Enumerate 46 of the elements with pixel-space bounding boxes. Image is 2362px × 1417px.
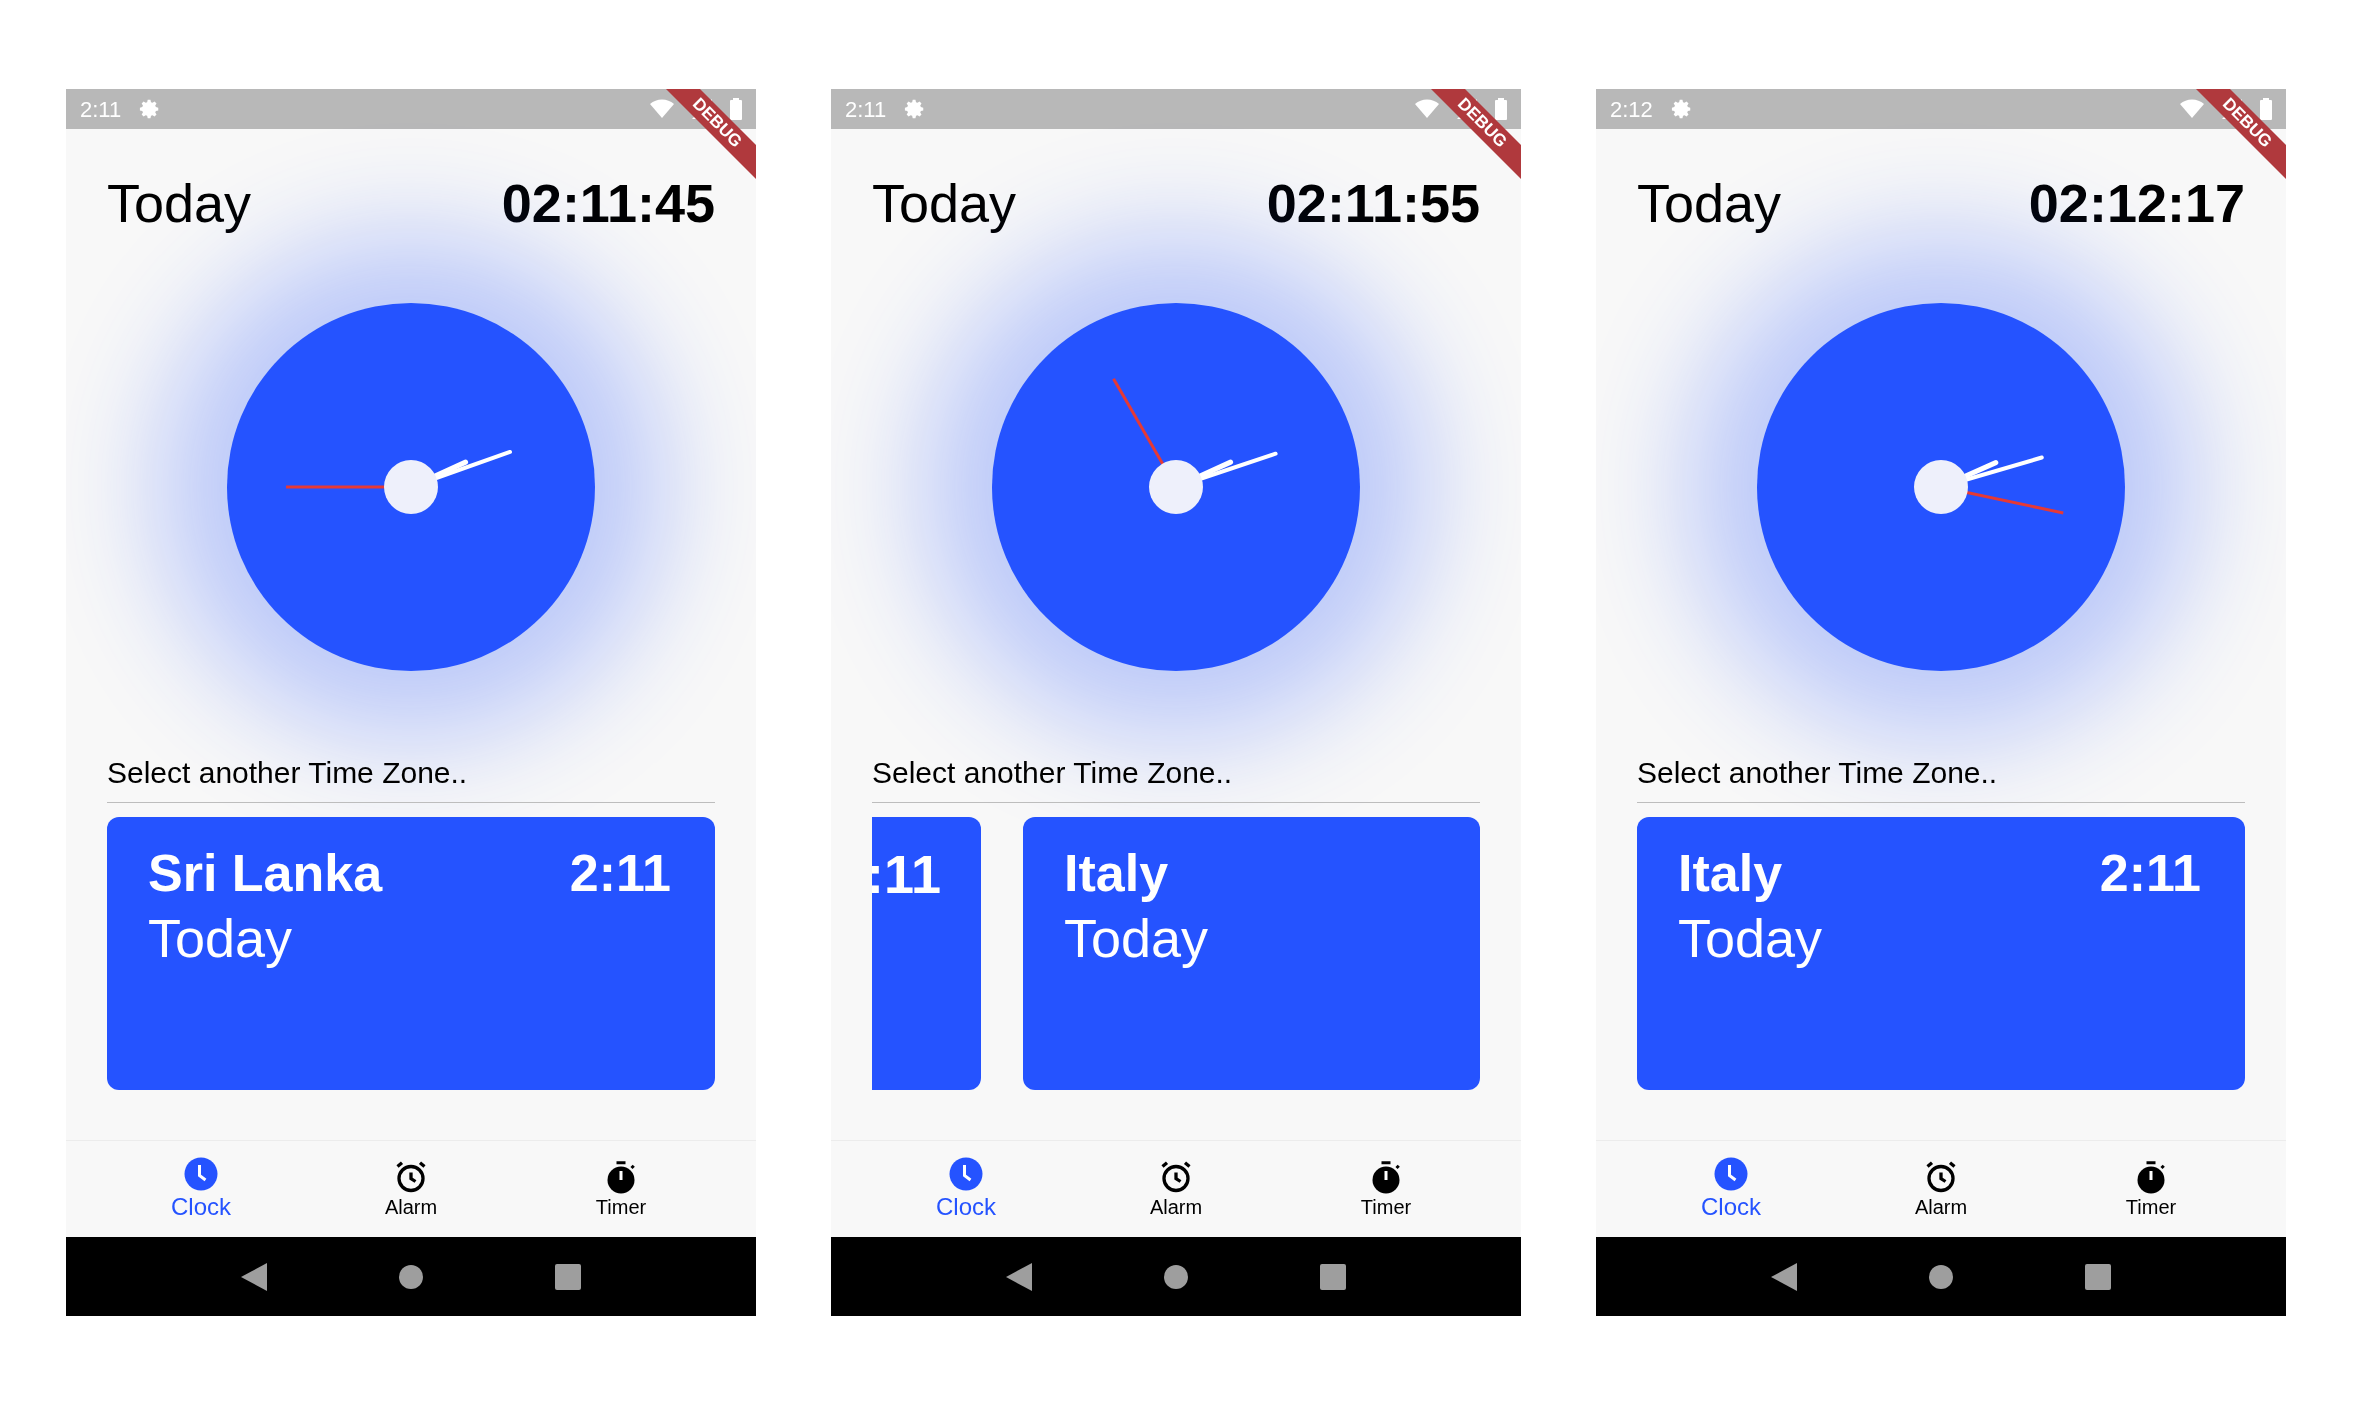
home-icon[interactable] bbox=[1163, 1263, 1189, 1290]
recents-icon[interactable] bbox=[2084, 1263, 2111, 1290]
current-time: 02:11:55 bbox=[1266, 176, 1480, 230]
nav-tab[interactable]: Alarm bbox=[1106, 1158, 1246, 1220]
time-zone-prompt: Select another Time Zone.. bbox=[872, 758, 1234, 788]
status-time: 2:12 bbox=[1610, 95, 1653, 124]
nav-tab[interactable]: Clock bbox=[131, 1156, 271, 1222]
home-icon[interactable] bbox=[398, 1263, 424, 1290]
time-zone-card[interactable]: Italy Today bbox=[1023, 817, 1480, 1090]
time-zone-prompt: Select another Time Zone.. bbox=[1637, 758, 1999, 788]
wifi-icon bbox=[1415, 99, 1439, 119]
settings-icon bbox=[1670, 98, 1693, 120]
back-icon[interactable] bbox=[1006, 1262, 1033, 1291]
time-zone-card[interactable]: Sri Lanka Today 2:11 bbox=[107, 817, 715, 1090]
back-icon[interactable] bbox=[1771, 1262, 1798, 1291]
home-icon[interactable] bbox=[1928, 1263, 1954, 1290]
status-time: 2:11 bbox=[80, 95, 122, 124]
nav-tab[interactable]: Timer bbox=[2081, 1158, 2221, 1220]
time-zone-card[interactable]: Italy Today 2:11 bbox=[1637, 817, 2245, 1090]
battery-icon bbox=[730, 98, 742, 120]
current-time: 02:12:17 bbox=[2028, 176, 2245, 230]
nav-tab[interactable]: Timer bbox=[551, 1158, 691, 1220]
battery-icon bbox=[2260, 98, 2272, 120]
nav-tab[interactable]: Clock bbox=[896, 1156, 1036, 1222]
back-icon[interactable] bbox=[241, 1262, 268, 1291]
current-time: 02:11:45 bbox=[501, 176, 715, 230]
time-zone-prompt: Select another Time Zone.. bbox=[107, 758, 469, 788]
nav-tab[interactable]: Alarm bbox=[341, 1158, 481, 1220]
status-time: 2:11 bbox=[845, 95, 887, 124]
clock-icon bbox=[183, 1156, 219, 1192]
center-dot bbox=[1914, 460, 1968, 514]
clock-icon bbox=[948, 1156, 984, 1192]
battery-icon bbox=[1495, 98, 1507, 120]
recents-icon[interactable] bbox=[1319, 1263, 1346, 1290]
center-dot bbox=[384, 460, 438, 514]
recents-icon[interactable] bbox=[554, 1263, 581, 1290]
nav-tab[interactable]: Alarm bbox=[1871, 1158, 2011, 1220]
card-time: 2:11 bbox=[2099, 847, 2201, 904]
wifi-icon bbox=[2180, 99, 2204, 119]
nav-tab[interactable]: Timer bbox=[1316, 1158, 1456, 1220]
nav-tab[interactable]: Clock bbox=[1661, 1156, 1801, 1222]
card-time: 2:11 bbox=[569, 847, 671, 904]
wifi-icon bbox=[650, 99, 674, 119]
card-zone-name: Sri Lanka bbox=[148, 847, 383, 899]
clock-icon bbox=[1713, 1156, 1749, 1192]
center-dot bbox=[1149, 460, 1203, 514]
